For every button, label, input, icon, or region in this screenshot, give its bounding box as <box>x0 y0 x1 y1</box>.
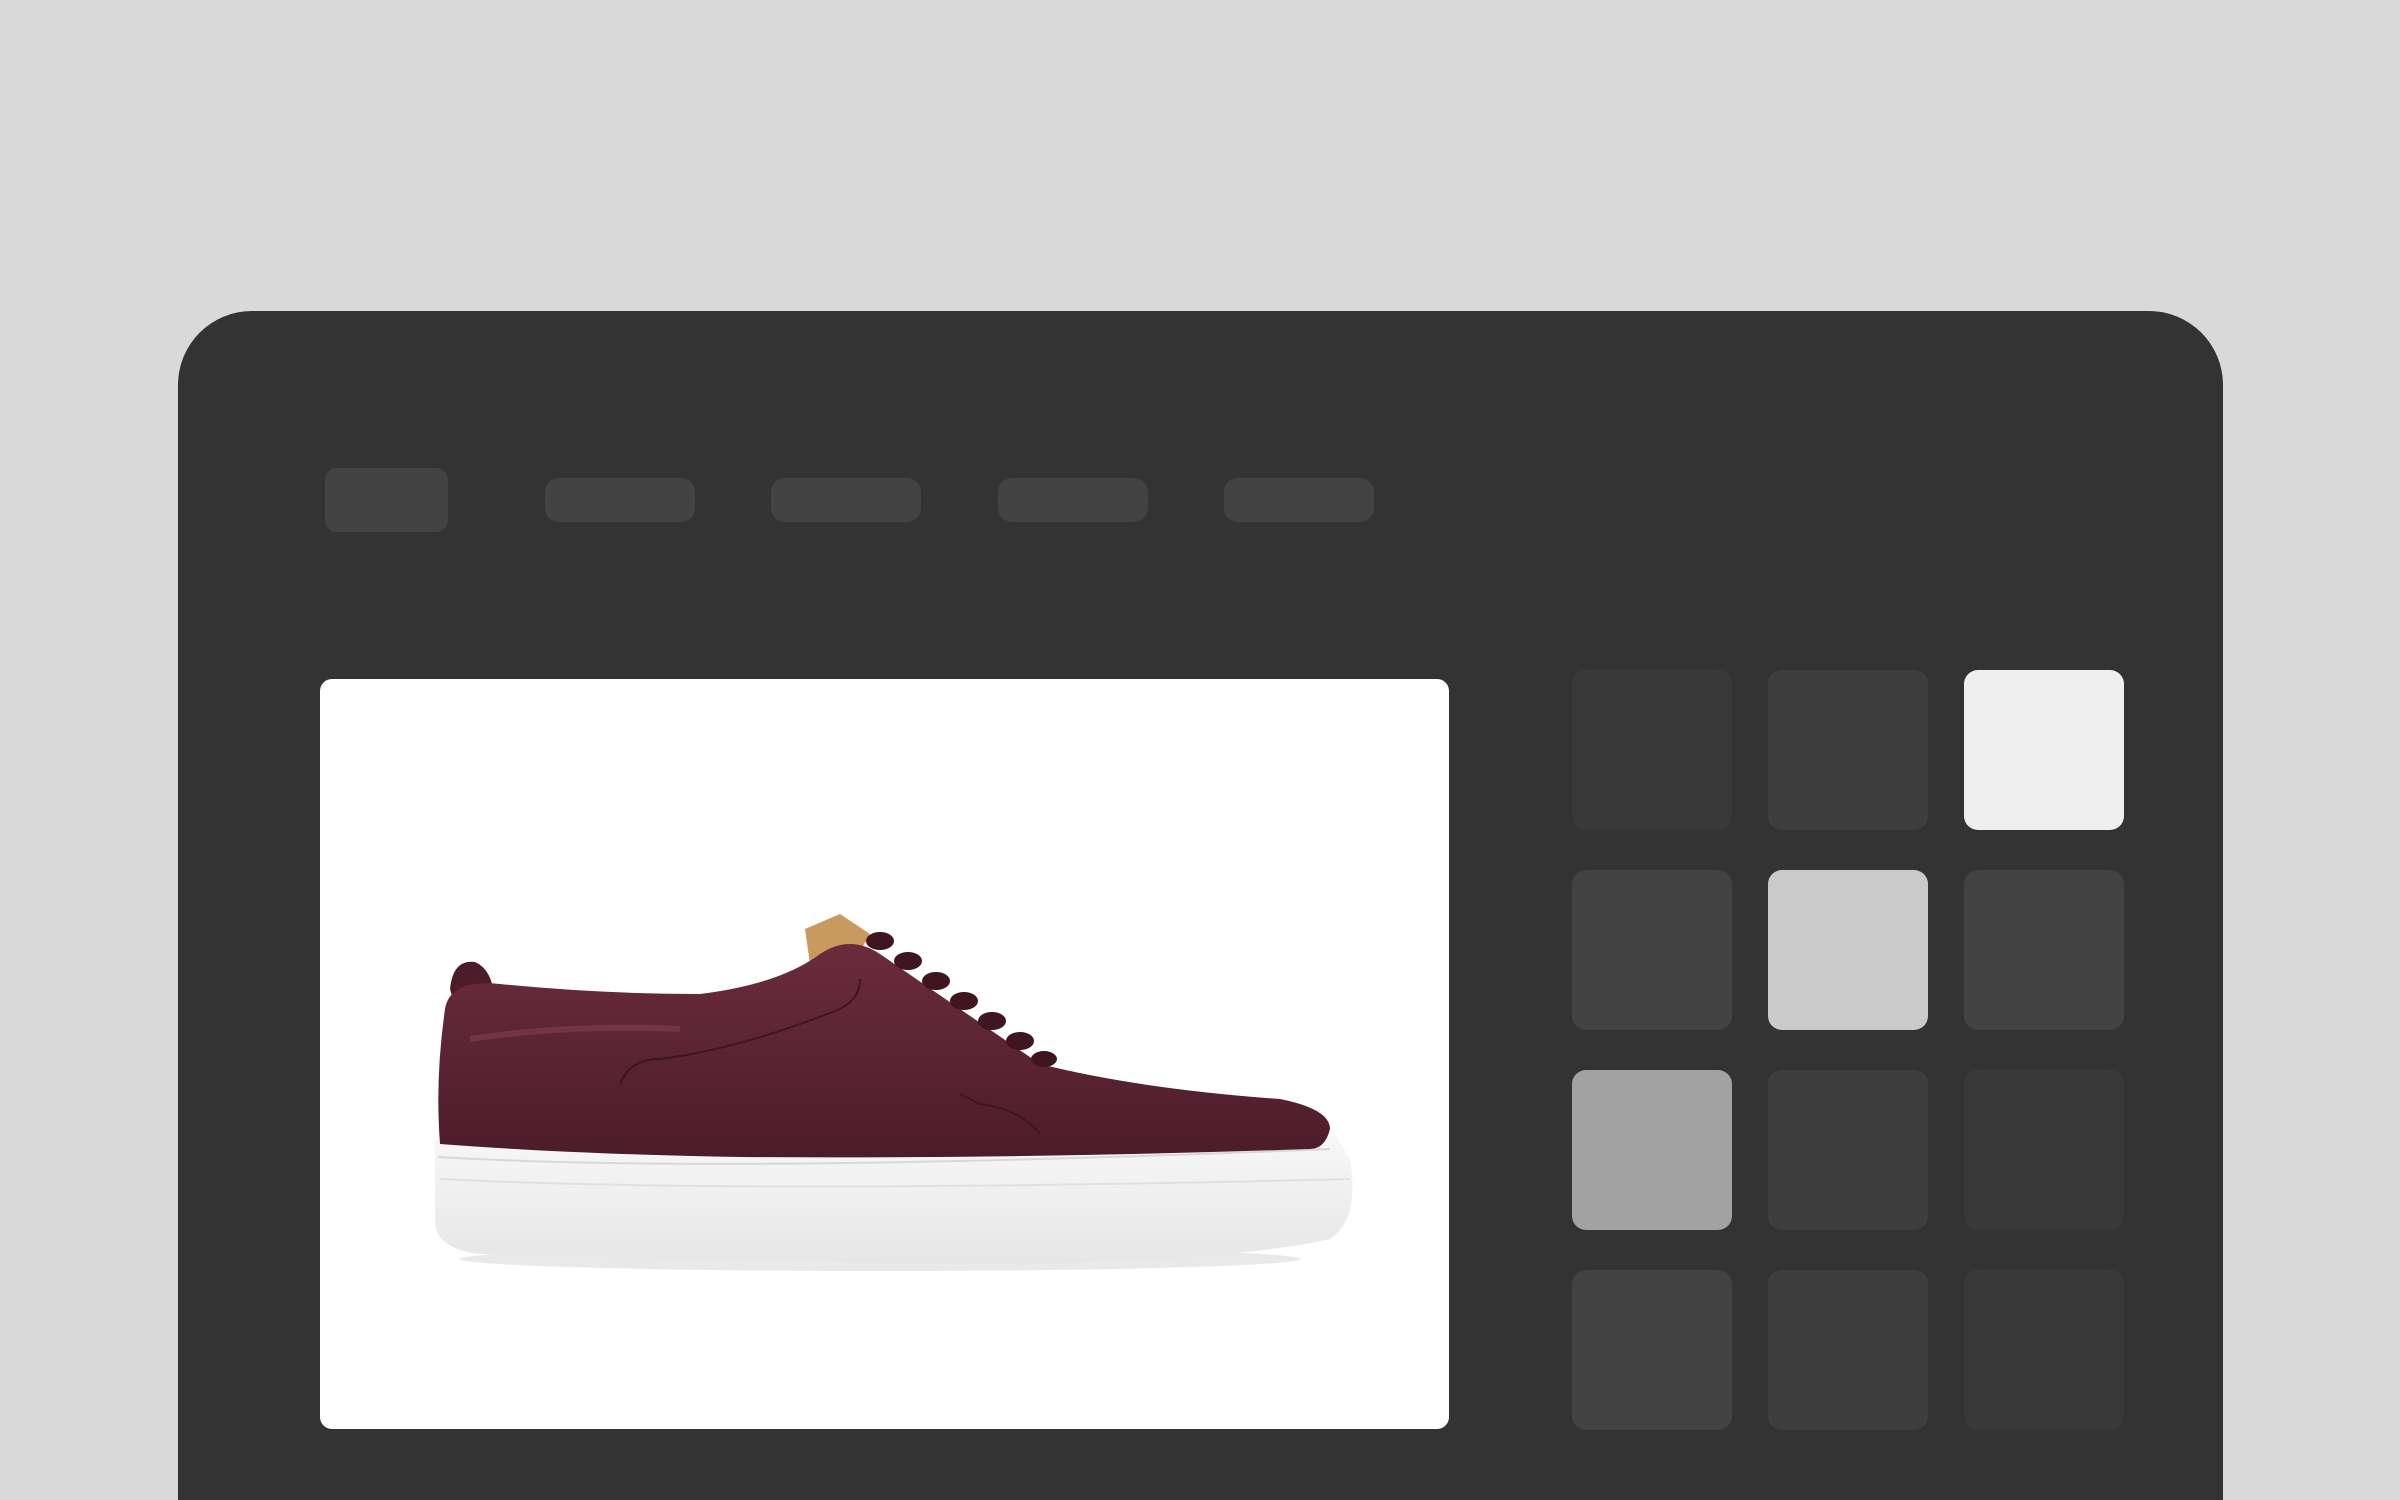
swatch-tile[interactable] <box>1768 1070 1928 1230</box>
nav-item-1[interactable] <box>545 478 695 522</box>
swatch-tile[interactable] <box>1572 1070 1732 1230</box>
product-photo <box>320 679 1449 1429</box>
logo-placeholder[interactable] <box>325 468 448 532</box>
swatch-tile[interactable] <box>1572 1270 1732 1430</box>
nav-item-2[interactable] <box>771 478 921 522</box>
swatch-tile[interactable] <box>1768 1270 1928 1430</box>
swatch-tile[interactable] <box>1964 670 2124 830</box>
swatch-tile[interactable] <box>1572 870 1732 1030</box>
sneaker-icon <box>435 914 1353 1271</box>
swatch-tile[interactable] <box>1768 670 1928 830</box>
swatch-tile[interactable] <box>1964 870 2124 1030</box>
nav-item-4[interactable] <box>1224 478 1374 522</box>
swatch-tile[interactable] <box>1572 670 1732 830</box>
swatch-tile[interactable] <box>1964 1270 2124 1430</box>
nav-item-3[interactable] <box>998 478 1148 522</box>
swatch-tile[interactable] <box>1768 870 1928 1030</box>
swatch-tile[interactable] <box>1964 1070 2124 1230</box>
